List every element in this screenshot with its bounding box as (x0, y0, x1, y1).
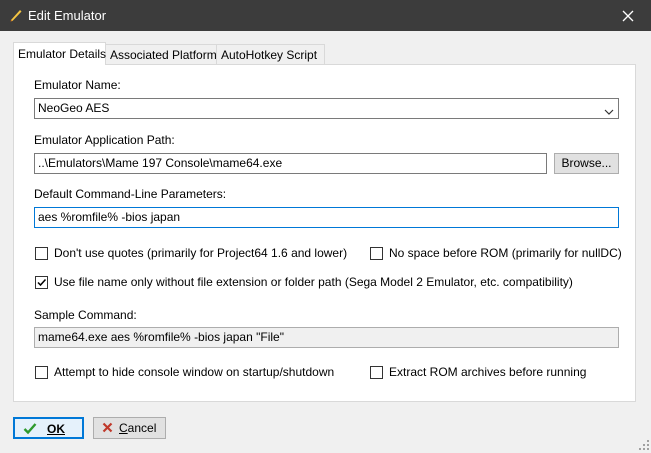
cancel-button[interactable]: Cancel (93, 417, 166, 439)
no-quotes-label: Don't use quotes (primarily for Project6… (54, 246, 348, 260)
cancel-label-mnemonic: C (119, 421, 128, 435)
command-line-input[interactable]: aes %romfile% -bios japan (34, 207, 619, 228)
no-space-label: No space before ROM (primarily for nullD… (389, 246, 622, 260)
resize-grip-icon[interactable] (639, 439, 649, 450)
close-icon (622, 10, 634, 21)
launchbox-pen-icon (8, 7, 24, 23)
emulator-name-dropdown[interactable]: NeoGeo AES (34, 98, 619, 119)
emulator-name-value: NeoGeo AES (38, 101, 110, 115)
command-line-label: Default Command-Line Parameters: (34, 187, 227, 201)
ok-button[interactable]: OK (13, 417, 84, 439)
window-title: Edit Emulator (28, 8, 107, 23)
application-path-label: Emulator Application Path: (34, 133, 175, 147)
title-bar: Edit Emulator (0, 0, 651, 31)
emulator-details-panel: Emulator Name: NeoGeo AES Emulator Appli… (13, 64, 636, 402)
cancel-label: Cancel (119, 421, 156, 435)
application-path-value: ..\Emulators\Mame 197 Console\mame64.exe (38, 156, 283, 170)
command-line-value: aes %romfile% -bios japan (38, 210, 181, 224)
sample-command-field: mame64.exe aes %romfile% -bios japan "Fi… (34, 327, 619, 348)
red-x-icon (102, 422, 113, 436)
close-button[interactable] (605, 0, 651, 31)
tab-autohotkey-script[interactable]: AutoHotkey Script (216, 44, 325, 64)
cancel-label-rest: ancel (127, 421, 157, 435)
tab-associated-platforms[interactable]: Associated Platforms (105, 44, 228, 64)
chevron-down-icon (604, 104, 614, 115)
filename-only-checkbox[interactable] (35, 276, 48, 289)
no-quotes-checkbox[interactable] (35, 247, 48, 260)
hide-console-label: Attempt to hide console window on startu… (54, 365, 335, 379)
extract-rom-label: Extract ROM archives before running (389, 365, 587, 379)
hide-console-checkbox[interactable] (35, 366, 48, 379)
filename-only-label: Use file name only without file extensio… (54, 275, 573, 289)
checkmark-icon (37, 278, 47, 287)
sample-command-label: Sample Command: (34, 308, 137, 322)
application-path-input[interactable]: ..\Emulators\Mame 197 Console\mame64.exe (34, 153, 547, 174)
browse-button[interactable]: Browse... (554, 153, 619, 174)
emulator-name-label: Emulator Name: (34, 78, 121, 92)
extract-rom-checkbox[interactable] (370, 366, 383, 379)
green-check-icon (23, 422, 37, 438)
no-space-checkbox[interactable] (370, 247, 383, 260)
sample-command-value: mame64.exe aes %romfile% -bios japan "Fi… (38, 330, 284, 344)
tab-emulator-details[interactable]: Emulator Details (13, 42, 106, 65)
ok-label: OK (47, 422, 65, 436)
